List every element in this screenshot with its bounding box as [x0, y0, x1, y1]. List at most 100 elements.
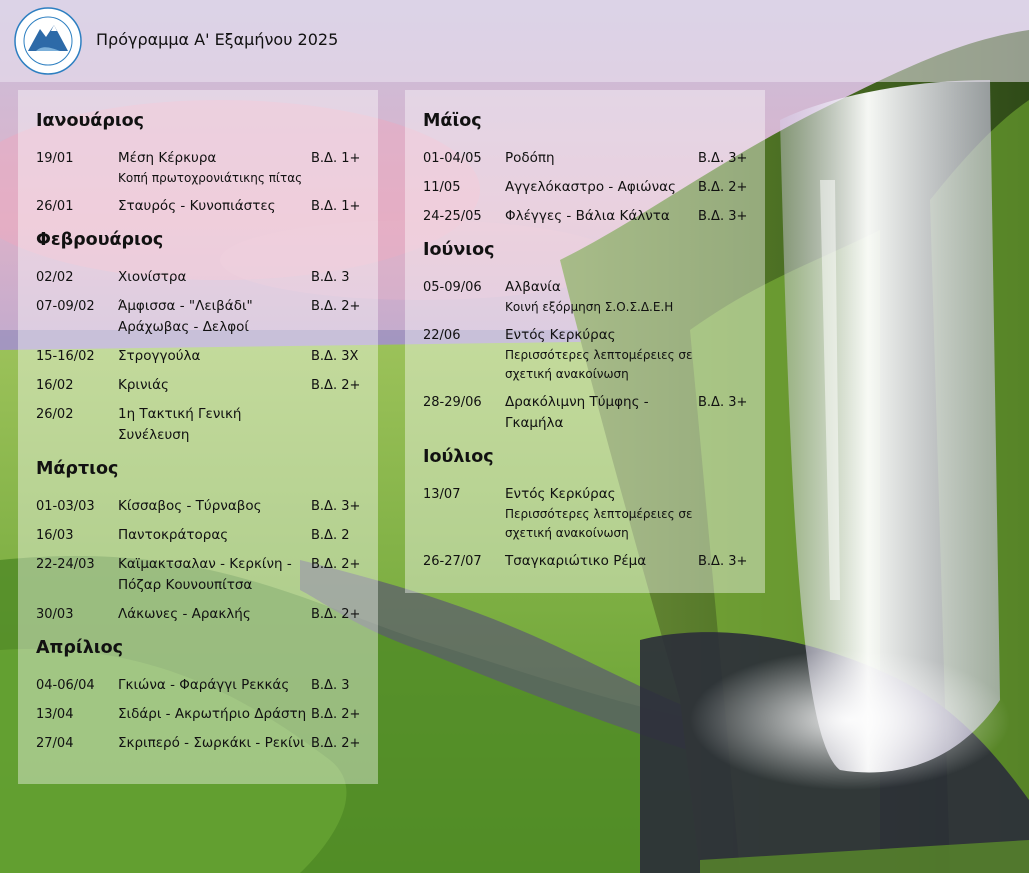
event-row: 27/04 Σκριπερό - Σωρκάκι - Ρεκίνι Β.Δ. 2+ — [36, 733, 360, 754]
event-date: 22/06 — [423, 328, 461, 343]
event-date: 28-29/06 — [423, 395, 482, 410]
event-name: Κρινιάς — [118, 377, 169, 393]
event-date: 16/03 — [36, 528, 74, 543]
event-date: 15-16/02 — [36, 349, 95, 364]
event-details: Παντοκράτορας — [118, 525, 311, 546]
event-name: Αγγελόκαστρο - Αφιώνας — [505, 179, 676, 195]
event-name: Εντός Κερκύρας — [505, 327, 616, 343]
difficulty-level: Β.Δ. 3+ — [311, 499, 361, 514]
event-name: Δρακόλιμνη Τύμφης - Γκαμήλα — [505, 394, 649, 431]
month-block: Ιούλιος 13/07 Εντός Κερκύρας Περισσότερες λ… — [423, 444, 747, 572]
month-block: Μάρτιος 01-03/03 Κίσσαβος - Τύρναβος Β.Δ. 3… — [36, 456, 360, 625]
event-name: Αλβανία — [505, 279, 561, 295]
event-details: Εντός Κερκύρας Περισσότερες λεπτομέρειες … — [505, 325, 698, 384]
event-details: Σταυρός - Κυνοπιάστες — [118, 196, 311, 217]
month-block: Ιανουάριος 19/01 Μέση Κέρκυρα Κοπή πρωτοχρο… — [36, 108, 360, 217]
event-name: Σκριπερό - Σωρκάκι - Ρεκίνι — [118, 735, 305, 751]
difficulty-level: Β.Δ. 3Χ — [311, 349, 359, 364]
event-row: 22/06 Εντός Κερκύρας Περισσότερες λεπτομέρ… — [423, 325, 747, 384]
event-details: Γκιώνα - Φαράγγι Ρεκκάς — [118, 675, 311, 696]
event-date: 01-04/05 — [423, 151, 482, 166]
event-date: 27/04 — [36, 736, 74, 751]
difficulty-level: Β.Δ. 2+ — [311, 557, 361, 572]
month-title: Ιούνιος — [423, 240, 495, 260]
schedule-panel-right: Μάϊος 01-04/05 Ροδόπη Β.Δ. 3+ 11/05 Αγγελόκασ… — [405, 90, 765, 593]
event-name: Φλέγγες - Βάλια Κάλντα — [505, 208, 670, 224]
event-row: 13/04 Σιδάρι - Ακρωτήριο Δράστη Β.Δ. 2+ — [36, 704, 360, 725]
difficulty-level — [698, 277, 748, 317]
difficulty-level: Β.Δ. 3+ — [698, 554, 748, 569]
event-row: 01-04/05 Ροδόπη Β.Δ. 3+ — [423, 148, 747, 169]
month-block: Ιούνιος 05-09/06 Αλβανία Κοινή εξόρμηση Σ.Ο… — [423, 237, 747, 434]
difficulty-level: Β.Δ. 2+ — [311, 378, 361, 393]
event-row: 05-09/06 Αλβανία Κοινή εξόρμηση Σ.Ο.Σ.Δ.Ε.… — [423, 277, 747, 317]
event-details: Τσαγκαριώτικο Ρέμα — [505, 551, 698, 572]
event-details: Χιονίστρα — [118, 267, 311, 288]
event-name: Σιδάρι - Ακρωτήριο Δράστη — [118, 706, 307, 722]
event-row: 16/02 Κρινιάς Β.Δ. 2+ — [36, 375, 360, 396]
event-details: Λάκωνες - Αρακλής — [118, 604, 311, 625]
event-details: Κρινιάς — [118, 375, 311, 396]
month-title: Ιανουάριος — [36, 111, 145, 131]
event-row: 26-27/07 Τσαγκαριώτικο Ρέμα Β.Δ. 3+ — [423, 551, 747, 572]
event-note: Κοπή πρωτοχρονιάτικης πίτας — [118, 171, 303, 185]
month-block: Φεβρουάριος 02/02 Χιονίστρα Β.Δ. 3 07-09/02 Ά… — [36, 227, 360, 446]
event-row: 28-29/06 Δρακόλιμνη Τύμφης - Γκαμήλα Β.Δ. … — [423, 392, 747, 434]
event-name: 1η Τακτική Γενική Συνέλευση — [118, 406, 242, 443]
event-name: Εντός Κερκύρας — [505, 486, 616, 502]
schedule-panel-left: Ιανουάριος 19/01 Μέση Κέρκυρα Κοπή πρωτοχρο… — [18, 90, 378, 784]
event-note: Περισσότερες λεπτομέρειες σε σχετική ανα… — [505, 507, 693, 540]
event-details: Αγγελόκαστρο - Αφιώνας — [505, 177, 698, 198]
difficulty-level: Β.Δ. 1+ — [311, 199, 361, 214]
event-name: Παντοκράτορας — [118, 527, 229, 543]
event-row: 13/07 Εντός Κερκύρας Περισσότερες λεπτομέρ… — [423, 484, 747, 543]
event-details: Ροδόπη — [505, 148, 698, 169]
event-date: 26/02 — [36, 407, 74, 422]
event-date: 04-06/04 — [36, 678, 95, 693]
event-row: 19/01 Μέση Κέρκυρα Κοπή πρωτοχρονιάτικης π… — [36, 148, 360, 188]
month-title: Φεβρουάριος — [36, 230, 164, 250]
club-logo[interactable] — [14, 7, 82, 75]
event-name: Ροδόπη — [505, 150, 555, 166]
difficulty-level: Β.Δ. 1+ — [311, 151, 361, 166]
event-date: 01-03/03 — [36, 499, 95, 514]
event-date: 07-09/02 — [36, 299, 95, 314]
event-row: 01-03/03 Κίσσαβος - Τύρναβος Β.Δ. 3+ — [36, 496, 360, 517]
event-date: 02/02 — [36, 270, 74, 285]
event-row: 22-24/03 Καϊμακτσαλαν - Κερκίνη - Πόζαρ Κ… — [36, 554, 360, 596]
event-details: Αλβανία Κοινή εξόρμηση Σ.Ο.Σ.Δ.Ε.Η — [505, 277, 698, 317]
event-details: 1η Τακτική Γενική Συνέλευση — [118, 404, 311, 446]
difficulty-level — [698, 484, 748, 543]
page-title: Πρόγραμμα Α' Εξαμήνου 2025 — [96, 30, 339, 49]
event-details: Δρακόλιμνη Τύμφης - Γκαμήλα — [505, 392, 698, 434]
event-row: 15-16/02 Στρογγούλα Β.Δ. 3Χ — [36, 346, 360, 367]
event-details: Καϊμακτσαλαν - Κερκίνη - Πόζαρ Κουνουπίτ… — [118, 554, 311, 596]
event-date: 11/05 — [423, 180, 461, 195]
difficulty-level: Β.Δ. 3 — [311, 270, 350, 285]
event-name: Χιονίστρα — [118, 269, 187, 285]
event-date: 24-25/05 — [423, 209, 482, 224]
event-row: 02/02 Χιονίστρα Β.Δ. 3 — [36, 267, 360, 288]
event-name: Κίσσαβος - Τύρναβος — [118, 498, 262, 514]
event-date: 13/07 — [423, 487, 461, 502]
event-details: Μέση Κέρκυρα Κοπή πρωτοχρονιάτικης πίτας — [118, 148, 311, 188]
event-name: Καϊμακτσαλαν - Κερκίνη - Πόζαρ Κουνουπίτ… — [118, 556, 292, 593]
event-details: Στρογγούλα — [118, 346, 311, 367]
event-name: Γκιώνα - Φαράγγι Ρεκκάς — [118, 677, 290, 693]
event-date: 05-09/06 — [423, 280, 482, 295]
difficulty-level: Β.Δ. 2+ — [698, 180, 748, 195]
event-name: Στρογγούλα — [118, 348, 201, 364]
difficulty-level: Β.Δ. 3+ — [698, 151, 748, 166]
event-date: 30/03 — [36, 607, 74, 622]
month-block: Απρίλιος 04-06/04 Γκιώνα - Φαράγγι Ρεκκάς Β… — [36, 635, 360, 754]
event-details: Εντός Κερκύρας Περισσότερες λεπτομέρειες … — [505, 484, 698, 543]
difficulty-level — [311, 404, 361, 446]
event-name: Μέση Κέρκυρα — [118, 150, 217, 166]
event-note: Περισσότερες λεπτομέρειες σε σχετική ανα… — [505, 348, 693, 381]
event-date: 19/01 — [36, 151, 74, 166]
event-note: Κοινή εξόρμηση Σ.Ο.Σ.Δ.Ε.Η — [505, 300, 674, 314]
month-title: Μάρτιος — [36, 459, 119, 479]
event-date: 26/01 — [36, 199, 74, 214]
difficulty-level: Β.Δ. 2+ — [311, 736, 361, 751]
difficulty-level: Β.Δ. 2+ — [311, 607, 361, 622]
